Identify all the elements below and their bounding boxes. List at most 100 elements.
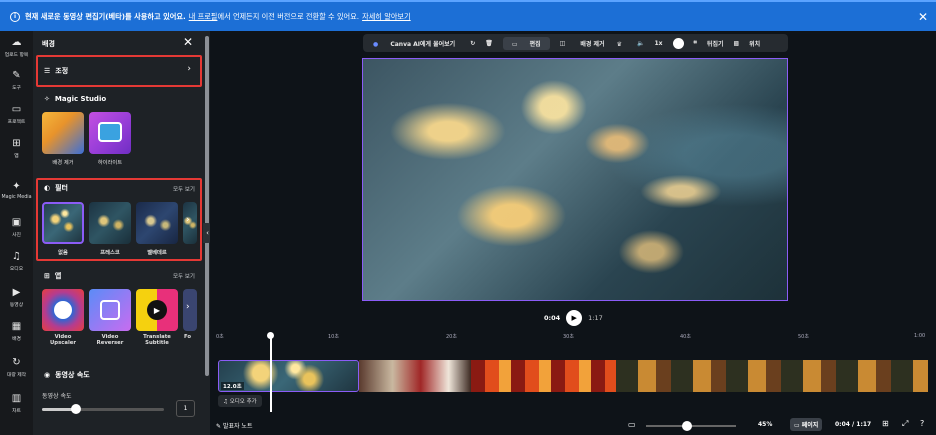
rail-apps[interactable]: ⊞ 앱 <box>0 138 33 159</box>
profile-link[interactable]: 내 프로필 <box>189 12 218 22</box>
rail-video[interactable]: ▶ 동영상 <box>0 287 33 308</box>
rail-tools[interactable]: ✎ 도구 <box>0 70 33 91</box>
clip-presents[interactable] <box>616 360 928 392</box>
chevron-right-icon: › <box>187 64 191 74</box>
video-upscaler-app[interactable] <box>42 289 84 331</box>
grid-icon[interactable]: ⊞ <box>882 419 889 428</box>
add-audio-button[interactable]: ♫ 오디오 추가 <box>218 395 262 407</box>
rail-label: 동영상 <box>9 303 24 308</box>
zoom-slider[interactable] <box>646 421 736 431</box>
highlight-tool[interactable] <box>89 112 131 154</box>
ruler-tick: 50초 <box>798 334 809 340</box>
rail-photos[interactable]: ▣ 사진 <box>0 217 33 238</box>
video-canvas[interactable] <box>362 58 788 301</box>
video-track[interactable]: 12.0초 <box>218 360 928 392</box>
add-audio-label: 오디오 추가 <box>229 399 257 405</box>
volume-icon[interactable]: 🔈 <box>637 40 644 47</box>
position-button[interactable]: 위치 <box>749 39 760 48</box>
pages-label: 페이지 <box>801 422 819 429</box>
pages-icon: ▭ <box>794 422 800 429</box>
chevron-right-icon: › <box>186 215 190 225</box>
apps-next[interactable]: › <box>183 289 197 331</box>
replace-icon[interactable]: ↻ <box>470 40 475 47</box>
notification-banner: i 현재 새로운 동영상 편집기(베타)를 사용하고 있어요. 내 프로필 에서… <box>0 0 936 31</box>
search-icon <box>54 301 72 319</box>
speed-slider[interactable] <box>42 404 164 414</box>
split-icon[interactable]: ◫ <box>560 40 566 47</box>
apps-icon: ⊞ <box>12 138 21 149</box>
app-label-upscaler: Video Upscaler <box>50 334 76 346</box>
rail-label: 앱 <box>14 154 19 159</box>
screen-icon[interactable]: ▭ <box>628 420 636 429</box>
adjust-row[interactable]: ☰ 조정 <box>44 66 68 76</box>
apps-see-all[interactable]: 모두 보기 <box>173 272 195 280</box>
background-icon: ▦ <box>11 321 22 332</box>
video-reverser-app[interactable] <box>89 289 131 331</box>
play-button[interactable]: ▶ <box>566 310 583 326</box>
app-label-translate: Translate Subtitle <box>143 334 171 346</box>
translate-subtitle-app[interactable]: ▶ <box>136 289 178 331</box>
trash-icon[interactable]: 🗑 <box>485 40 493 47</box>
side-rail: ☁ 업로드 항목 ✎ 도구 ▭ 프로젝트 ⊞ 앱 ✦ Magic Media ▣ 사진 ♫ 오… <box>0 31 33 435</box>
speed-button[interactable]: 1x <box>654 40 662 47</box>
clip-santa[interactable] <box>359 360 471 392</box>
magic-icon: ✦ <box>12 181 21 192</box>
ruler-tick: 1:00 <box>914 333 926 339</box>
fullscreen-icon[interactable]: ⤢ <box>902 419 908 429</box>
pages-button[interactable]: ▭ 페이지 <box>790 418 823 431</box>
close-icon[interactable]: ✕ <box>183 35 193 49</box>
rail-charts[interactable]: ▥ 차트 <box>0 393 33 414</box>
bg-remove-label: 배경 제거 <box>52 160 74 166</box>
color-swatch[interactable] <box>672 37 684 49</box>
crop-icon[interactable]: ⌗ <box>694 39 697 47</box>
ruler-tick: 20초 <box>446 334 457 340</box>
side-panel: 배경 ✕ ☰ 조정 › ✧ Magic Studio 배경 제거 하이라이트 ◐… <box>33 31 203 435</box>
bg-remove-tool[interactable] <box>42 112 84 154</box>
filter-none[interactable] <box>42 202 84 244</box>
speed-slider-knob[interactable] <box>71 404 82 414</box>
panel-scrollbar[interactable]: ‹ <box>203 31 212 435</box>
rail-label: 업로드 항목 <box>4 53 29 58</box>
reverse-icon <box>100 300 120 320</box>
filter-belvedere[interactable] <box>136 202 178 244</box>
learn-more-link[interactable]: 자세히 알아보기 <box>362 12 411 22</box>
rail-uploads[interactable]: ☁ 업로드 항목 <box>0 37 33 58</box>
edit-button[interactable]: ▭ 편집 <box>502 36 550 50</box>
rail-label: 사진 <box>12 233 21 238</box>
rail-background[interactable]: ▦ 배경 <box>0 321 33 342</box>
timeline-ruler[interactable]: 0초 10초 20초 30초 40초 50초 1:00 <box>210 333 936 343</box>
bg-remove-label: 배경 제거 <box>580 40 605 48</box>
rail-audio[interactable]: ♫ 오디오 <box>0 251 33 272</box>
rail-magic-media[interactable]: ✦ Magic Media <box>0 181 33 200</box>
edit-label: 편집 <box>529 40 541 48</box>
bg-remove-button[interactable]: 배경 제거 ♛ <box>575 39 627 48</box>
flip-button[interactable]: 뒤집기 <box>707 39 724 48</box>
filter-next[interactable]: › <box>183 202 197 244</box>
clip-gifts[interactable] <box>471 360 616 392</box>
canva-ai-button[interactable]: ● Canva AI에게 물어보기 <box>368 39 460 48</box>
rail-bulk-create[interactable]: ↻ 대량 제작 <box>0 357 33 378</box>
speed-value-input[interactable]: 1 <box>176 400 195 417</box>
zoom-slider-knob[interactable] <box>681 421 692 431</box>
sparkle-icon: ✧ <box>44 95 50 103</box>
app-label-more: Fo <box>184 334 192 340</box>
filter-see-all[interactable]: 모두 보기 <box>173 185 195 193</box>
filter-fresco[interactable] <box>89 202 131 244</box>
chart-icon: ▥ <box>11 393 22 404</box>
current-time: 0:04 <box>544 314 561 322</box>
clip-selected[interactable]: 12.0초 <box>218 360 359 392</box>
play-icon: ▶ <box>571 314 577 322</box>
canva-ai-label: Canva AI에게 물어보기 <box>390 40 456 48</box>
playhead[interactable] <box>267 332 273 412</box>
rail-projects[interactable]: ▭ 프로젝트 <box>0 104 33 125</box>
scrollbar-thumb[interactable] <box>204 36 209 376</box>
filter-header: ◐ 필터 <box>44 183 68 193</box>
notes-button[interactable]: ✎ 발표자 노트 <box>216 421 252 430</box>
banner-text: 현재 새로운 동영상 편집기(베타)를 사용하고 있어요. <box>25 11 186 21</box>
filter-label-belvedere: 벨베데르 <box>147 250 167 256</box>
photo-icon: ▣ <box>11 217 22 228</box>
transparency-icon[interactable]: ▩ <box>733 40 739 47</box>
cloud-icon: ☁ <box>11 37 22 48</box>
help-icon[interactable]: ? <box>920 419 924 428</box>
close-icon[interactable]: ✕ <box>918 10 928 24</box>
